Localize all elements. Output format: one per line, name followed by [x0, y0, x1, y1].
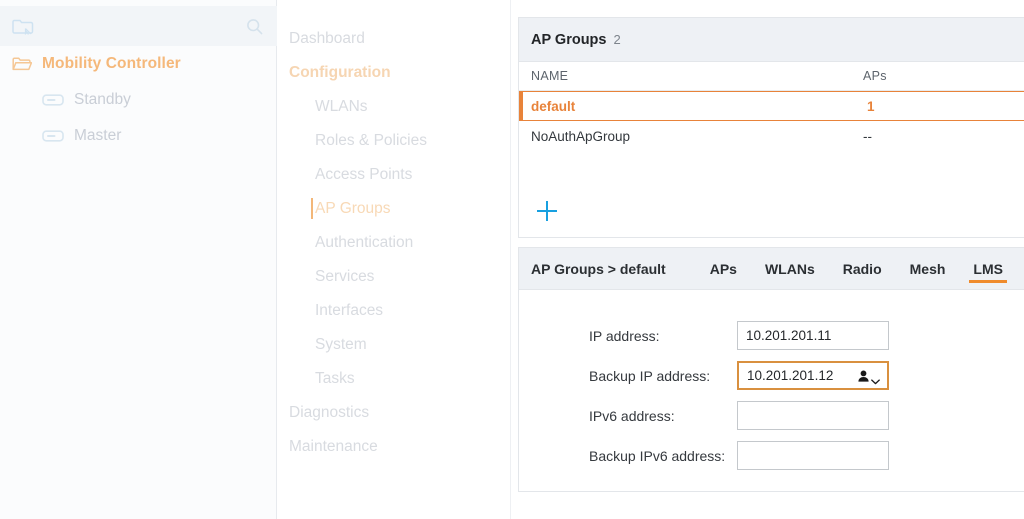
controller-icon	[42, 129, 64, 143]
tab-radio[interactable]: Radio	[829, 248, 896, 289]
ap-groups-table: NAME APs default 1 NoAuthApGroup --	[519, 62, 1024, 151]
nav-item-ap-groups[interactable]: AP Groups	[277, 192, 510, 226]
main-content: AP Groups 2 NAME APs default 1 NoAuthApG…	[511, 0, 1024, 519]
sidebar-search-bar[interactable]	[0, 6, 277, 46]
add-row-container	[519, 151, 1024, 237]
tab-wlans[interactable]: WLANs	[751, 248, 829, 289]
backup-ipv6-address-label: Backup IPv6 address:	[589, 447, 726, 464]
tab-label: Mesh	[909, 260, 946, 277]
tree-node-label: Master	[74, 127, 122, 144]
cell-aps: --	[863, 128, 872, 144]
tab-label: Radio	[842, 260, 882, 277]
nav-item-dashboard[interactable]: Dashboard	[277, 22, 510, 56]
nav-item-label: Maintenance	[289, 438, 378, 456]
breadcrumb-label: AP Groups > default	[531, 260, 666, 277]
ap-groups-panel-header: AP Groups 2	[519, 18, 1024, 62]
nav-item-label: Services	[315, 268, 375, 286]
cell-name: NoAuthApGroup	[531, 128, 631, 144]
nav-item-label: Authentication	[315, 234, 414, 252]
form-row-ip-address: IP address: 10.201.201.11	[519, 316, 1024, 355]
tab-lms[interactable]: LMS	[959, 248, 1017, 289]
tree-node-mobility-controller[interactable]: Mobility Controller	[0, 46, 277, 82]
backup-ip-address-label: Backup IP address:	[589, 367, 711, 384]
tree-node-master[interactable]: Master	[0, 118, 277, 154]
cell-name: default	[531, 98, 576, 114]
ipv6-address-label: IPv6 address:	[589, 407, 675, 424]
nav-item-label: Dashboard	[289, 30, 365, 48]
autofill-dropdown[interactable]	[858, 370, 880, 384]
nav-item-label: WLANs	[315, 98, 368, 116]
nav-item-label: Access Points	[315, 166, 413, 184]
plus-icon[interactable]	[537, 201, 557, 221]
nav-item-label: Configuration	[289, 64, 391, 82]
backup-ipv6-address-input[interactable]	[737, 441, 889, 470]
nav-item-label: Interfaces	[315, 302, 384, 320]
backup-ip-address-value: 10.201.201.12	[747, 368, 834, 383]
folder-cursor-icon[interactable]	[12, 16, 34, 36]
column-header-name[interactable]: NAME	[519, 69, 863, 83]
panel-title: AP Groups	[531, 31, 607, 48]
nav-item-label: System	[315, 336, 367, 354]
detail-tab-bar: AP Groups > default APs WLANs Radio Mesh…	[519, 248, 1024, 290]
ipv6-address-input[interactable]	[737, 401, 889, 430]
nav-item-label: Diagnostics	[289, 404, 370, 422]
table-row[interactable]: NoAuthApGroup --	[519, 121, 1024, 151]
chevron-down-icon	[871, 373, 880, 384]
tab-label: LMS	[973, 260, 1003, 277]
nav-item-system[interactable]: System	[277, 328, 510, 362]
nav-item-maintenance[interactable]: Maintenance	[277, 430, 510, 464]
form-row-ipv6-address: IPv6 address:	[519, 396, 1024, 435]
person-icon	[858, 370, 869, 382]
nav-item-wlans[interactable]: WLANs	[277, 90, 510, 124]
column-header-aps[interactable]: APs	[863, 69, 983, 83]
controller-icon	[42, 93, 64, 107]
form-row-backup-ipv6-address: Backup IPv6 address:	[519, 436, 1024, 475]
configuration-nav: Dashboard Configuration WLANs Roles & Po…	[277, 0, 511, 519]
device-tree-sidebar: Mobility Controller Standby Master	[0, 0, 277, 519]
table-header-row: NAME APs	[519, 62, 1024, 91]
ip-address-label: IP address:	[589, 327, 660, 344]
lms-settings-form: IP address: 10.201.201.11 Backup IP addr…	[519, 290, 1024, 491]
tree-node-label: Standby	[74, 91, 131, 108]
panel-count-badge: 2	[613, 32, 621, 47]
ip-address-value: 10.201.201.11	[746, 328, 832, 343]
ap-group-detail-panel: AP Groups > default APs WLANs Radio Mesh…	[518, 247, 1024, 492]
tab-aps[interactable]: APs	[696, 248, 751, 289]
nav-item-services[interactable]: Services	[277, 260, 510, 294]
device-tree: Mobility Controller Standby Master	[0, 46, 277, 154]
table-row[interactable]: default 1	[519, 91, 1024, 121]
nav-item-diagnostics[interactable]: Diagnostics	[277, 396, 510, 430]
form-row-backup-ip-address: Backup IP address: 10.201.201.12	[519, 356, 1024, 395]
ip-address-input[interactable]: 10.201.201.11	[737, 321, 889, 350]
app-root: Mobility Controller Standby Master Dashb…	[0, 0, 1024, 519]
nav-item-authentication[interactable]: Authentication	[277, 226, 510, 260]
folder-open-icon	[12, 56, 33, 72]
breadcrumb: AP Groups > default	[519, 248, 696, 289]
nav-item-roles-policies[interactable]: Roles & Policies	[277, 124, 510, 158]
nav-item-interfaces[interactable]: Interfaces	[277, 294, 510, 328]
cell-aps: 1	[867, 98, 875, 114]
tab-label: WLANs	[764, 260, 815, 277]
tree-node-standby[interactable]: Standby	[0, 82, 277, 118]
nav-item-label: AP Groups	[315, 200, 391, 218]
nav-item-configuration[interactable]: Configuration	[277, 56, 510, 90]
ap-groups-panel: AP Groups 2 NAME APs default 1 NoAuthApG…	[518, 17, 1024, 238]
nav-item-access-points[interactable]: Access Points	[277, 158, 510, 192]
tree-node-label: Mobility Controller	[42, 55, 181, 72]
search-icon[interactable]	[246, 18, 263, 35]
tab-mesh[interactable]: Mesh	[896, 248, 960, 289]
nav-item-label: Roles & Policies	[315, 132, 427, 150]
tab-label: APs	[709, 260, 737, 277]
nav-item-label: Tasks	[315, 370, 355, 388]
backup-ip-address-input[interactable]: 10.201.201.12	[737, 361, 889, 390]
nav-item-tasks[interactable]: Tasks	[277, 362, 510, 396]
